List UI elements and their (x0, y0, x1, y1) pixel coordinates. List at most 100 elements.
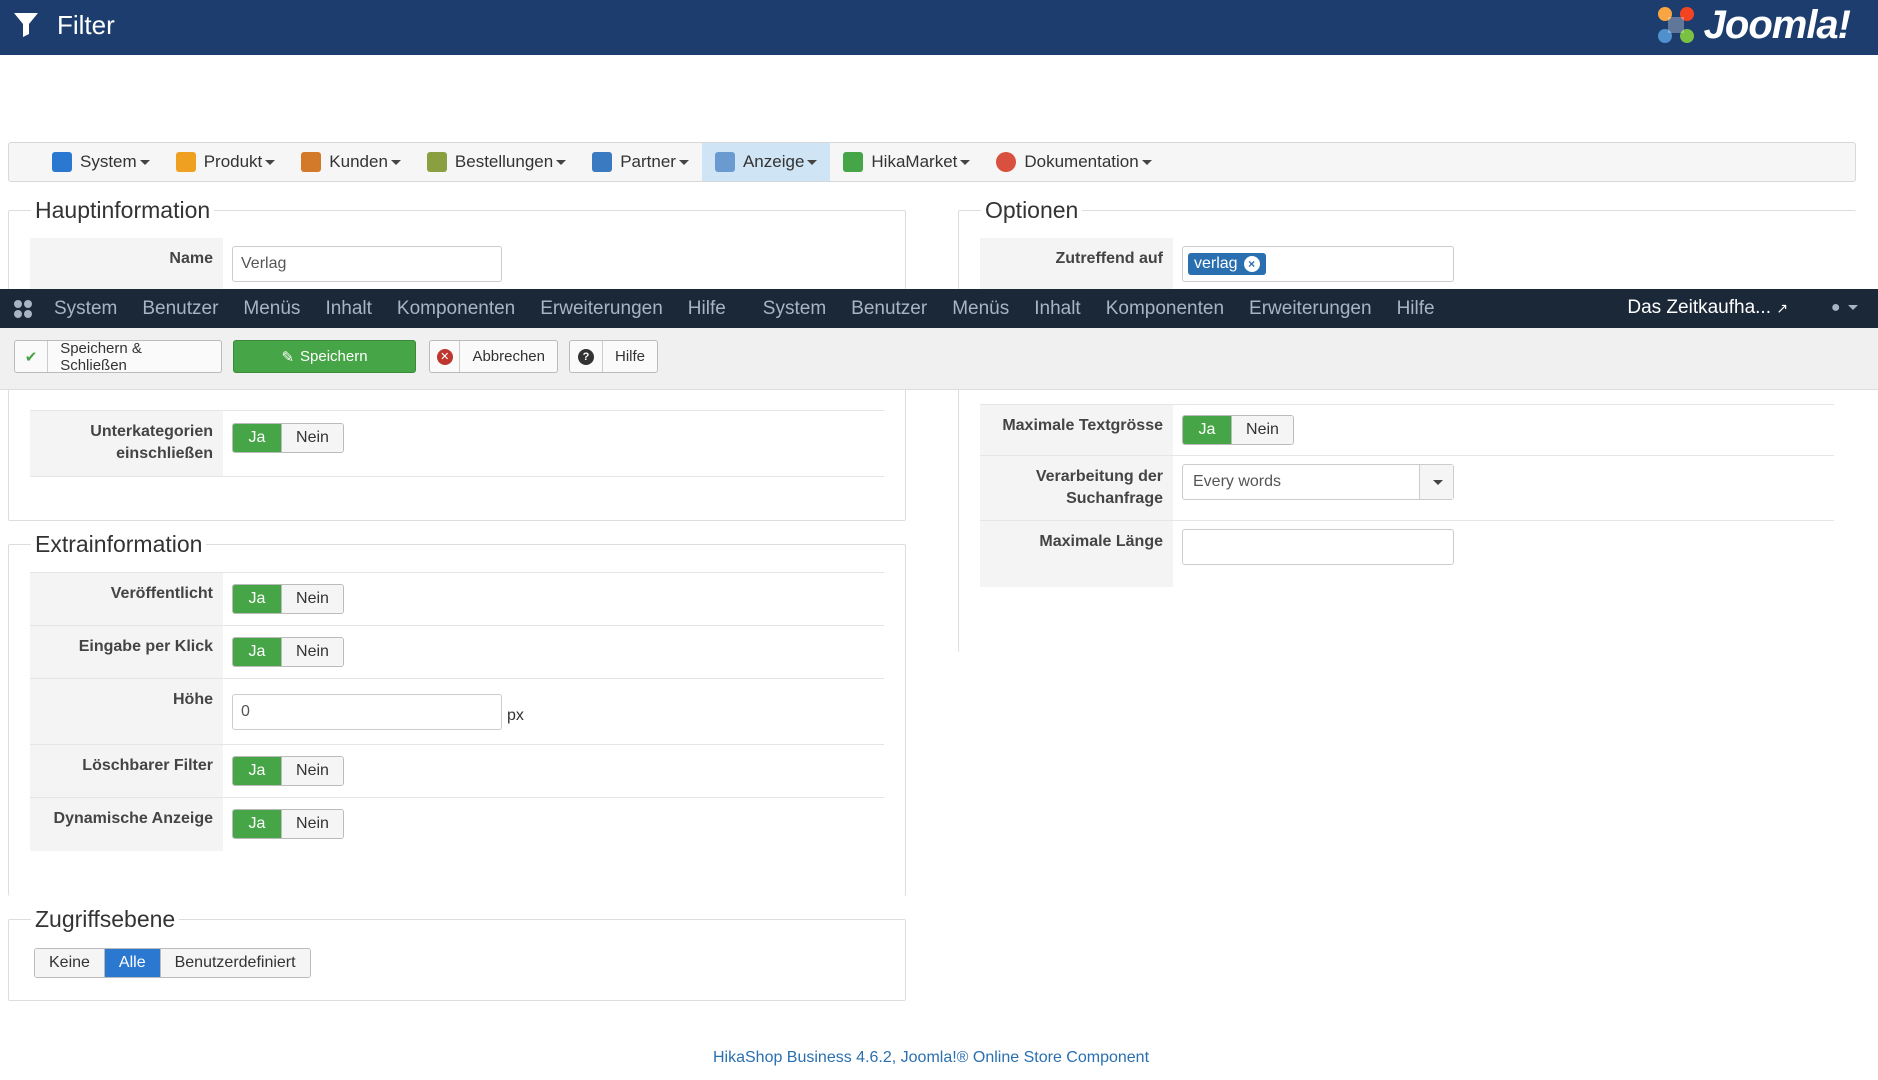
display-icon (714, 152, 735, 172)
footer-link[interactable]: HikaShop Business 4.6.2, Joomla!® Online… (0, 1049, 1862, 1067)
nav-help[interactable]: Hilfe (688, 298, 726, 320)
menu-produkt[interactable]: Produkt (163, 143, 289, 181)
dynamic-row: Dynamische Anzeige Ja Nein (30, 798, 884, 851)
name-label: Name (30, 238, 223, 289)
caret-down-icon (390, 159, 401, 165)
action-toolbar: ✔ Speichern & Schließen ✎ Speichern ✕ Ab… (0, 328, 1878, 390)
deletable-toggle[interactable]: Ja Nein (232, 756, 344, 786)
caret-down-icon (807, 159, 818, 165)
applies-tag-input[interactable]: verlag × (1182, 246, 1454, 282)
yes-option[interactable]: Ja (233, 810, 281, 838)
caret-down-icon (556, 159, 567, 165)
nav-components[interactable]: Komponenten (397, 298, 515, 320)
query-processing-row: Verarbeitung der Suchanfrage Every words (980, 456, 1834, 521)
caret-down-icon (265, 159, 276, 165)
max-length-row: Maximale Länge (980, 521, 1834, 587)
height-row: Höhe 0 px (30, 679, 884, 745)
menu-system[interactable]: System (39, 143, 163, 181)
click-input-toggle[interactable]: Ja Nein (232, 637, 344, 667)
menu-hikamarket[interactable]: HikaMarket (830, 143, 983, 181)
name-row: Name Verlag (30, 238, 884, 290)
yes-option[interactable]: Ja (233, 757, 281, 785)
yes-option[interactable]: Ja (233, 424, 281, 452)
menu-kunden[interactable]: Kunden (288, 143, 414, 181)
lifebuoy-icon (996, 152, 1017, 172)
deletable-row: Löschbarer Filter Ja Nein (30, 745, 884, 798)
options-legend: Optionen (981, 197, 1083, 224)
user-menu-icon[interactable]: ● (1831, 299, 1858, 317)
subcategories-row: Unterkategorien einschließen Ja Nein (30, 410, 884, 477)
no-option[interactable]: Nein (281, 424, 343, 452)
nav-users[interactable]: Benutzer (142, 298, 218, 320)
nav-components-2[interactable]: Komponenten (1106, 298, 1224, 320)
caret-down-icon (1141, 159, 1152, 165)
yes-option[interactable]: Ja (1183, 416, 1231, 444)
no-option[interactable]: Nein (281, 585, 343, 613)
help-button[interactable]: ? Hilfe (569, 340, 658, 373)
filter-icon (14, 13, 38, 37)
no-option[interactable]: Nein (281, 810, 343, 838)
users-icon (301, 152, 322, 172)
max-text-toggle[interactable]: Ja Nein (1182, 415, 1294, 445)
yes-option[interactable]: Ja (233, 638, 281, 666)
hikashop-menu: System Produkt Kunden Bestellungen Partn… (8, 142, 1856, 182)
query-processing-label: Verarbeitung der Suchanfrage (980, 456, 1173, 520)
dynamic-toggle[interactable]: Ja Nein (232, 809, 344, 839)
name-input[interactable]: Verlag (232, 246, 502, 282)
published-row: Veröffentlicht Ja Nein (30, 572, 884, 626)
save-button[interactable]: ✎ Speichern (233, 340, 416, 373)
max-length-input[interactable] (1182, 529, 1454, 565)
nav-content-2[interactable]: Inhalt (1034, 298, 1080, 320)
joomla-admin-bar: System Benutzer Menüs Inhalt Komponenten… (0, 289, 1878, 328)
no-option[interactable]: Nein (1231, 416, 1293, 444)
nav-users-2[interactable]: Benutzer (851, 298, 927, 320)
applies-label: Zutreffend auf (980, 238, 1173, 289)
edit-icon: ✎ (281, 348, 295, 366)
caret-down-icon (1848, 305, 1858, 311)
published-toggle[interactable]: Ja Nein (232, 584, 344, 614)
menu-bestellungen[interactable]: Bestellungen (414, 143, 579, 181)
height-label: Höhe (30, 679, 223, 744)
cancel-button[interactable]: ✕ Abbrechen (429, 340, 558, 373)
nav-system-2[interactable]: System (763, 298, 826, 320)
dropdown-arrow[interactable] (1419, 465, 1453, 499)
access-none-button[interactable]: Keine (35, 949, 105, 977)
cancel-icon: ✕ (430, 341, 461, 372)
nav-menus[interactable]: Menüs (243, 298, 300, 320)
remove-tag-icon[interactable]: × (1243, 256, 1260, 272)
nav-content[interactable]: Inhalt (325, 298, 371, 320)
no-option[interactable]: Nein (281, 757, 343, 785)
joomla-icon[interactable] (12, 298, 34, 320)
wrench-icon (52, 152, 72, 172)
nav-help-2[interactable]: Hilfe (1397, 298, 1435, 320)
subcategories-toggle[interactable]: Ja Nein (232, 423, 344, 453)
max-length-label: Maximale Länge (980, 521, 1173, 587)
yes-option[interactable]: Ja (233, 585, 281, 613)
joomla-logo-text: Joomla! (1703, 2, 1851, 47)
no-option[interactable]: Nein (281, 638, 343, 666)
menu-anzeige[interactable]: Anzeige (701, 143, 831, 181)
save-close-button[interactable]: ✔ Speichern & Schließen (14, 340, 222, 374)
dynamic-label: Dynamische Anzeige (30, 798, 223, 851)
height-input[interactable]: 0 (232, 693, 502, 730)
menu-dokumentation[interactable]: Dokumentation (983, 143, 1164, 181)
caret-down-icon (139, 159, 150, 165)
menu-partner[interactable]: Partner (579, 143, 702, 181)
deletable-label: Löschbarer Filter (30, 745, 223, 797)
access-all-button[interactable]: Alle (104, 949, 161, 977)
height-unit: px (507, 706, 524, 724)
check-icon: ✔ (15, 341, 49, 372)
box-icon (175, 152, 196, 172)
access-custom-button[interactable]: Benutzerdefiniert (160, 949, 310, 977)
site-name-link[interactable]: Das Zeitkaufha... ↗ (1627, 297, 1788, 319)
nav-system[interactable]: System (54, 298, 117, 320)
access-legend: Zugriffsebene (31, 906, 180, 933)
query-processing-select[interactable]: Every words (1182, 464, 1454, 500)
nav-extensions-2[interactable]: Erweiterungen (1249, 298, 1372, 320)
nav-menus-2[interactable]: Menüs (952, 298, 1009, 320)
extra-info-legend: Extrainformation (31, 531, 207, 558)
page-title: Filter (57, 10, 115, 40)
nav-extensions[interactable]: Erweiterungen (540, 298, 663, 320)
click-input-label: Eingabe per Klick (30, 626, 223, 678)
main-info-legend: Hauptinformation (31, 197, 215, 224)
